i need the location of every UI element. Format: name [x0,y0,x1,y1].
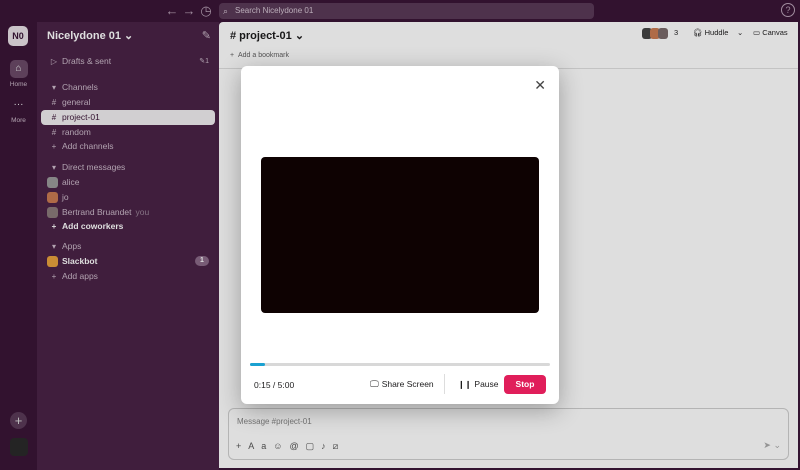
screen-recording-modal: ✕ 0:15 / 5:00 🖵︎ Share Screen ❙❙ Pause Sto… [241,66,559,404]
monitor-icon: 🖵︎ [370,379,379,389]
recording-timer: 0:15 / 5:00 [254,380,295,390]
share-screen-button[interactable]: 🖵︎ Share Screen [370,379,434,390]
pause-icon: ❙❙ [458,380,472,389]
stop-button[interactable]: Stop [504,375,546,394]
pause-button[interactable]: ❙❙ Pause [458,379,499,389]
button-divider [444,374,445,394]
close-icon[interactable]: ✕ [534,77,546,94]
video-preview [261,157,539,313]
elapsed-time: 0:15 [254,380,271,390]
time-limit: 5:00 [277,380,295,390]
pause-label: Pause [474,379,499,389]
recording-progress-fill [250,363,265,366]
share-screen-label: Share Screen [381,379,434,389]
recording-progress [250,363,550,366]
